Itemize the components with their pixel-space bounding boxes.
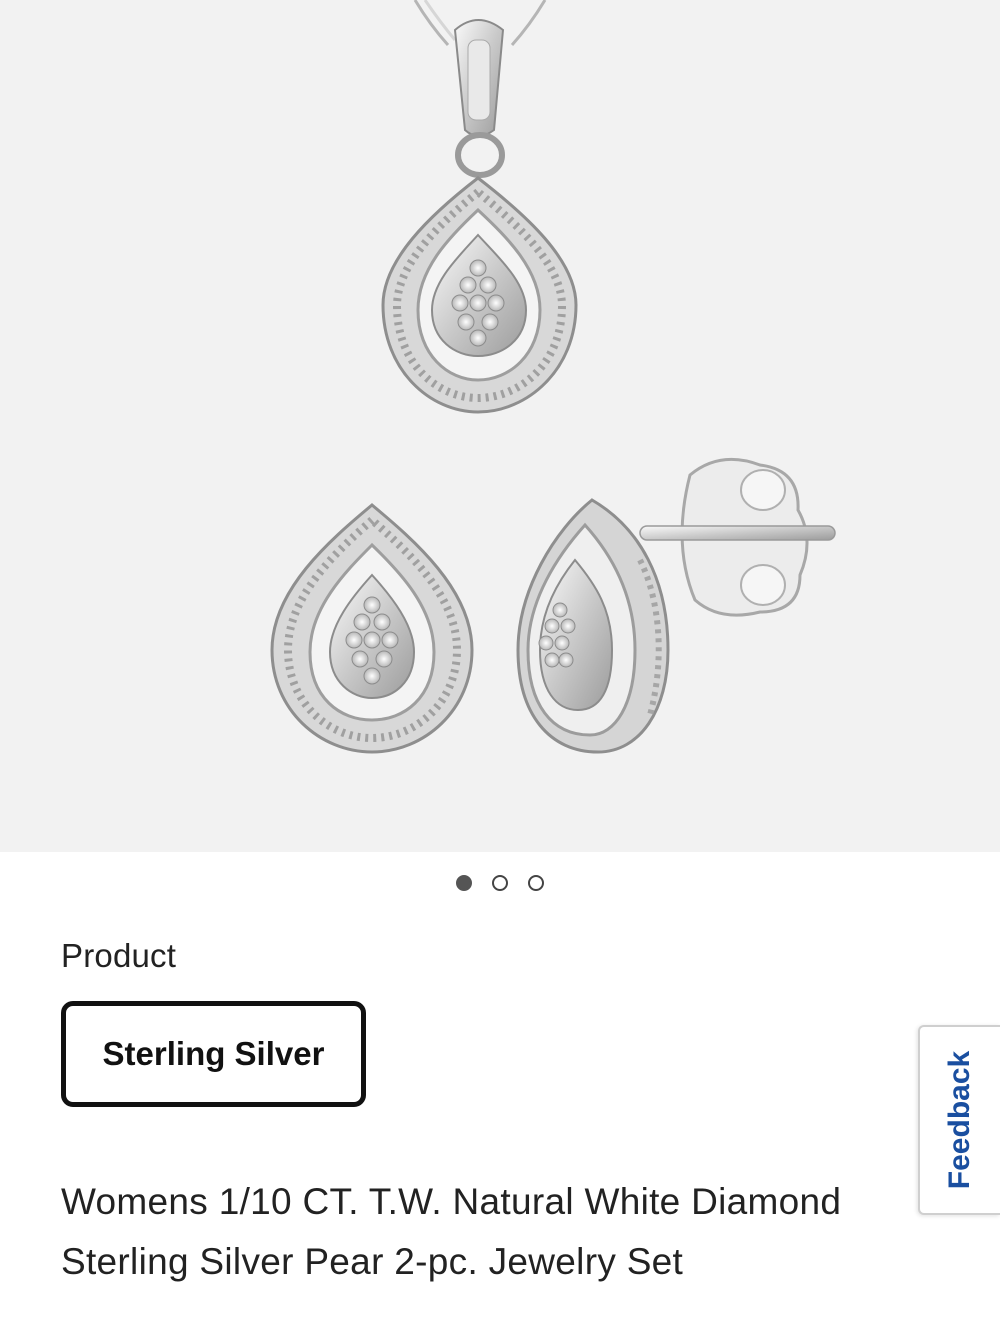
image-carousel-pagination (0, 872, 1000, 894)
pendant-drop (381, 176, 578, 414)
product-title: Womens 1/10 CT. T.W. Natural White Diamo… (61, 1181, 842, 1282)
carousel-dot-1[interactable] (456, 875, 472, 891)
earring-front (270, 503, 474, 754)
product-option-value: Sterling Silver (102, 1035, 325, 1072)
feedback-label: Feedback (943, 1050, 976, 1190)
product-option-label: Product (61, 937, 177, 974)
feedback-tab[interactable]: Feedback (918, 1025, 1000, 1215)
product-image[interactable] (0, 0, 1000, 852)
pendant-bail (453, 19, 505, 178)
product-option-sterling-silver[interactable]: Sterling Silver (61, 1001, 366, 1107)
jewelry-illustration (270, 0, 836, 754)
carousel-dot-3[interactable] (528, 875, 544, 891)
earring-angled (516, 457, 836, 754)
carousel-dot-2[interactable] (492, 875, 508, 891)
